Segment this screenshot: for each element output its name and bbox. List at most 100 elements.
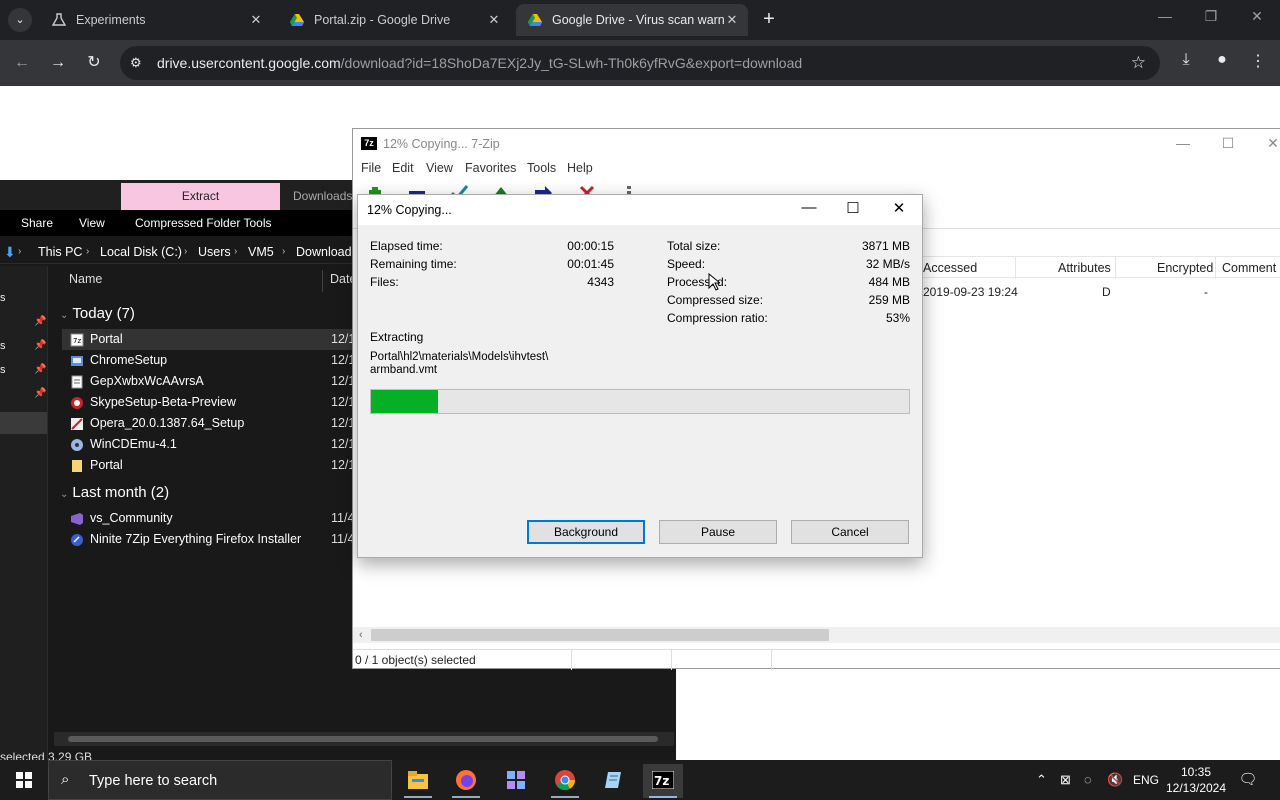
ninite-icon xyxy=(71,534,83,546)
tab-search-chevron-icon[interactable]: ⌄ xyxy=(8,8,32,32)
file-row-skypesetup[interactable]: SkypeSetup-Beta-Preview 12/1 xyxy=(62,392,355,413)
site-settings-icon[interactable]: ⚙ xyxy=(130,55,146,71)
taskbar-visual-studio-installer[interactable] xyxy=(496,764,536,798)
ribbon-tab-extract[interactable]: Extract xyxy=(121,183,280,210)
horizontal-scrollbar[interactable]: ‹ xyxy=(353,627,1280,643)
minimize-icon[interactable]: — xyxy=(1168,135,1198,151)
menu-tools[interactable]: Tools xyxy=(527,161,556,175)
navigation-pane: s 📌 s 📌 s 📌 📌 xyxy=(0,266,48,766)
ribbon-tab-downloads[interactable]: Downloads xyxy=(293,183,352,210)
close-window-icon[interactable]: ✕ xyxy=(1258,135,1280,152)
nav-item-stub[interactable]: s xyxy=(0,364,6,376)
menu-view[interactable]: View xyxy=(426,161,453,175)
close-tab-icon[interactable]: ✕ xyxy=(486,4,502,36)
breadcrumb-downloads[interactable]: Downloads xyxy=(296,240,358,264)
status-selection: 0 / 1 object(s) selected xyxy=(355,653,476,667)
nav-item-stub[interactable]: s xyxy=(0,292,6,304)
scroll-left-icon[interactable]: ‹ xyxy=(359,627,363,643)
notification-center-icon[interactable]: 🗨 xyxy=(1238,770,1258,790)
bookmark-star-icon[interactable]: ☆ xyxy=(1131,53,1146,73)
file-row-image[interactable]: GepXwbxWcAAvrsA 12/1 xyxy=(62,371,355,392)
minimize-icon[interactable]: — xyxy=(1150,8,1180,24)
ribbon-view[interactable]: View xyxy=(79,210,105,236)
network-status-icon[interactable]: ⊠ xyxy=(1060,760,1071,800)
scrollbar-thumb[interactable] xyxy=(371,629,829,641)
close-window-icon[interactable]: ✕ xyxy=(1242,8,1272,25)
system-clock[interactable]: 10:35 12/13/2024 xyxy=(1160,764,1232,796)
tab-virus-scan-warning[interactable]: Google Drive - Virus scan warn ✕ xyxy=(516,4,748,36)
language-indicator[interactable]: ENG xyxy=(1133,760,1159,800)
menu-help[interactable]: Help xyxy=(567,161,593,175)
group-header-today[interactable]: ⌄ Today (7) xyxy=(60,305,135,322)
pause-button[interactable]: Pause xyxy=(659,520,777,544)
nav-item-stub[interactable]: s xyxy=(0,340,6,352)
start-button[interactable] xyxy=(0,760,48,800)
minimize-icon[interactable]: — xyxy=(794,199,824,216)
pin-icon: 📌 xyxy=(34,364,47,375)
breadcrumb-vm5[interactable]: VM5 xyxy=(248,240,274,264)
profile-icon[interactable]: ● xyxy=(1210,51,1234,69)
download-icon[interactable]: ⤓ xyxy=(1174,51,1198,69)
tab-experiments[interactable]: Experiments ✕ xyxy=(40,4,272,36)
menu-favorites[interactable]: Favorites xyxy=(465,161,516,175)
back-arrow-icon[interactable]: ← xyxy=(10,51,34,75)
background-button[interactable]: Background xyxy=(527,520,645,544)
ribbon-share[interactable]: Share xyxy=(21,210,53,236)
file-row-opera-setup[interactable]: Opera_20.0.1387.64_Setup 12/1 xyxy=(62,413,355,434)
taskbar-notepad[interactable] xyxy=(594,764,634,798)
new-tab-plus-icon[interactable]: + xyxy=(758,8,780,32)
cancel-button[interactable]: Cancel xyxy=(791,520,909,544)
show-hidden-icons-chevron-icon[interactable]: ⌃ xyxy=(1036,760,1047,800)
file-row-ninite[interactable]: Ninite 7Zip Everything Firefox Installer… xyxy=(62,529,354,550)
ribbon-compressed-tools[interactable]: Compressed Folder Tools xyxy=(135,210,272,236)
column-divider[interactable] xyxy=(322,270,323,292)
speed-label: Speed: xyxy=(667,257,706,271)
maximize-icon[interactable]: ☐ xyxy=(1213,135,1243,152)
installer-icon xyxy=(71,356,83,366)
menu-edit[interactable]: Edit xyxy=(392,161,414,175)
breadcrumb-local-disk[interactable]: Local Disk (C:) xyxy=(100,240,182,264)
taskbar-file-explorer[interactable] xyxy=(398,764,438,798)
nav-item-selected[interactable] xyxy=(0,412,47,434)
file-row-chromesetup[interactable]: ChromeSetup 12/1 xyxy=(62,350,355,371)
column-header-attributes[interactable]: Attributes xyxy=(1058,261,1111,275)
close-dialog-icon[interactable]: ✕ xyxy=(884,199,914,217)
file-row-portal-folder[interactable]: Portal 12/1 xyxy=(62,455,355,476)
menu-file[interactable]: File xyxy=(361,161,381,175)
tab-title: Portal.zip - Google Drive xyxy=(314,13,451,27)
address-bar[interactable]: ⚙ drive.usercontent.google.com/download?… xyxy=(120,46,1160,80)
group-header-last-month[interactable]: ⌄ Last month (2) xyxy=(60,484,169,501)
horizontal-scrollbar[interactable] xyxy=(54,732,674,746)
column-header-accessed[interactable]: Accessed xyxy=(923,261,977,275)
forward-arrow-icon[interactable]: → xyxy=(46,51,70,75)
breadcrumb-users[interactable]: Users xyxy=(198,240,231,264)
reload-icon[interactable]: ↻ xyxy=(82,51,106,75)
column-header-encrypted[interactable]: Encrypted xyxy=(1157,261,1213,275)
url-text[interactable]: drive.usercontent.google.com/download?id… xyxy=(157,46,802,80)
opera-installer-icon xyxy=(71,418,83,430)
taskbar-7zip[interactable]: 7z xyxy=(643,764,683,798)
column-header-name[interactable]: Name xyxy=(69,272,102,286)
restore-icon[interactable]: ❐ xyxy=(1196,8,1226,25)
file-row-portal-zip[interactable]: 7z Portal 12/1 xyxy=(62,329,355,350)
taskbar-search[interactable]: ⌕ Type here to search xyxy=(48,760,392,800)
taskbar-firefox[interactable] xyxy=(446,764,486,798)
taskbar-chrome[interactable] xyxy=(545,764,585,798)
progress-bar xyxy=(370,389,910,414)
maximize-icon[interactable]: ☐ xyxy=(838,199,868,217)
close-tab-icon[interactable]: ✕ xyxy=(724,4,740,36)
column-header-comment[interactable]: Comment xyxy=(1222,261,1276,275)
wifi-icon[interactable]: ◌ xyxy=(1084,760,1092,800)
kebab-menu-icon[interactable]: ⋮ xyxy=(1246,51,1270,71)
processed-value: 484 MB xyxy=(868,275,910,289)
scrollbar-thumb[interactable] xyxy=(68,736,658,742)
file-row-vs-community[interactable]: vs_Community 11/4 xyxy=(62,508,354,529)
notepad-icon xyxy=(605,772,621,788)
volume-muted-icon[interactable]: 🔇 xyxy=(1107,760,1123,800)
breadcrumb-this-pc[interactable]: This PC xyxy=(38,240,82,264)
file-row-wincdemu[interactable]: WinCDEmu-4.1 12/1 xyxy=(62,434,355,455)
close-tab-icon[interactable]: ✕ xyxy=(248,4,264,36)
flask-icon xyxy=(52,13,66,26)
tab-portal-zip-drive[interactable]: Portal.zip - Google Drive ✕ xyxy=(278,4,510,36)
7zip-column-headers: Accessed Attributes Encrypted Comment xyxy=(923,256,1280,279)
